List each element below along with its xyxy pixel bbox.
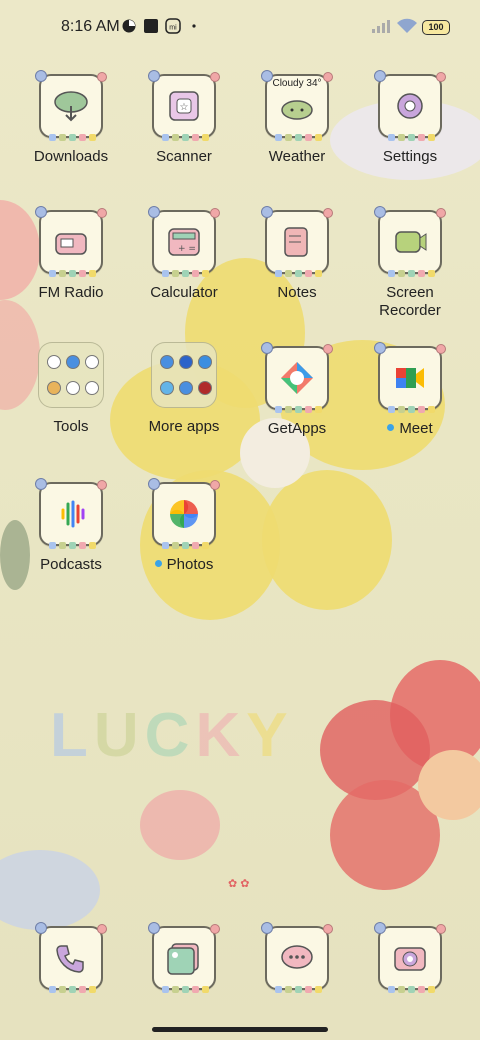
app-label: Meet — [399, 420, 433, 437]
tile — [261, 922, 333, 993]
scanner-icon: ☆ — [169, 91, 199, 121]
status-time: 8:16 AM — [61, 18, 120, 35]
tile — [35, 70, 107, 141]
dock-messages[interactable] — [241, 922, 353, 993]
folder-icon — [38, 342, 104, 408]
wifi-icon — [397, 18, 417, 33]
app-label: FM Radio — [38, 284, 104, 301]
folder-icon — [151, 342, 217, 408]
home-gesture-bar[interactable] — [152, 1027, 328, 1032]
app-label: Calculator — [150, 284, 218, 301]
battery-indicator: 100 — [422, 20, 450, 35]
app-weather[interactable]: Cloudy 34° Weather — [241, 70, 353, 166]
svg-text:+ =: + = — [178, 244, 196, 254]
tile — [261, 206, 333, 277]
app-getapps[interactable]: GetApps — [241, 342, 353, 438]
tile: ☆ — [148, 70, 220, 141]
app-label: Tools — [53, 418, 89, 435]
notification-square-icon — [144, 19, 158, 33]
page-indicator[interactable]: ✿ ✿ — [228, 877, 250, 890]
tile — [374, 922, 446, 993]
svg-text:☆: ☆ — [180, 102, 189, 113]
app-label: More apps — [148, 418, 220, 435]
app-downloads[interactable]: Downloads — [15, 70, 127, 166]
radio-icon — [55, 233, 87, 255]
messages-icon — [281, 945, 313, 969]
photos-icon — [170, 500, 198, 528]
tile — [148, 478, 220, 549]
app-notes[interactable]: Notes — [241, 206, 353, 302]
getapps-icon — [281, 362, 313, 394]
app-scanner[interactable]: ☆ Scanner — [128, 70, 240, 166]
notes-icon — [284, 227, 308, 257]
tile — [35, 922, 107, 993]
phone-icon — [56, 945, 84, 973]
app-label: Podcasts — [40, 556, 102, 573]
app-label: Downloads — [33, 148, 109, 165]
new-install-dot — [387, 423, 395, 431]
signal-icon — [372, 20, 390, 33]
tile — [35, 478, 107, 549]
more-dot-icon — [192, 24, 196, 28]
app-meet[interactable]: Meet — [354, 342, 466, 438]
camera-icon — [394, 947, 426, 971]
folder-tools[interactable]: Tools — [15, 342, 127, 436]
svg-text:mi: mi — [169, 25, 177, 32]
app-photos[interactable]: Photos — [128, 478, 240, 574]
app-label: Scanner — [156, 148, 212, 165]
meet-icon — [396, 368, 424, 388]
mi-icon: mi — [165, 18, 181, 34]
tile — [374, 206, 446, 277]
app-calculator[interactable]: + = Calculator — [128, 206, 240, 302]
app-settings[interactable]: Settings — [354, 70, 466, 166]
tile: + = — [148, 206, 220, 277]
app-podcasts[interactable]: Podcasts — [15, 478, 127, 574]
app-label: Weather — [268, 148, 326, 165]
app-label: GetApps — [267, 420, 327, 437]
tile — [148, 922, 220, 993]
dock-camera[interactable] — [354, 922, 466, 993]
app-fm-radio[interactable]: FM Radio — [15, 206, 127, 302]
tile — [35, 206, 107, 277]
app-screen-recorder[interactable]: Screen Recorder — [354, 206, 466, 320]
calculator-icon: + = — [168, 228, 200, 256]
podcasts-icon — [61, 500, 85, 528]
gallery-icon — [167, 943, 199, 975]
wallpaper-lucky-text: LUCKY — [50, 701, 294, 770]
weather-text: Cloudy 34° — [272, 78, 322, 89]
app-label: Photos — [166, 556, 214, 573]
tile — [374, 70, 446, 141]
tile: Cloudy 34° — [261, 70, 333, 141]
app-label: Settings — [382, 148, 438, 165]
data-saver-icon — [122, 19, 136, 33]
folder-more-apps[interactable]: More apps — [128, 342, 240, 436]
app-label: Notes — [277, 284, 317, 301]
cloud-download-icon — [54, 91, 88, 122]
screen-recorder-icon — [395, 231, 427, 253]
app-label: Screen Recorder — [379, 284, 441, 319]
new-install-dot — [154, 559, 162, 567]
status-bar: 8:16 AM mi 100 — [0, 0, 480, 56]
tile — [261, 342, 333, 413]
gear-icon — [397, 93, 423, 119]
dock-phone[interactable] — [15, 922, 127, 993]
tile — [374, 342, 446, 413]
dock-gallery[interactable] — [128, 922, 240, 993]
